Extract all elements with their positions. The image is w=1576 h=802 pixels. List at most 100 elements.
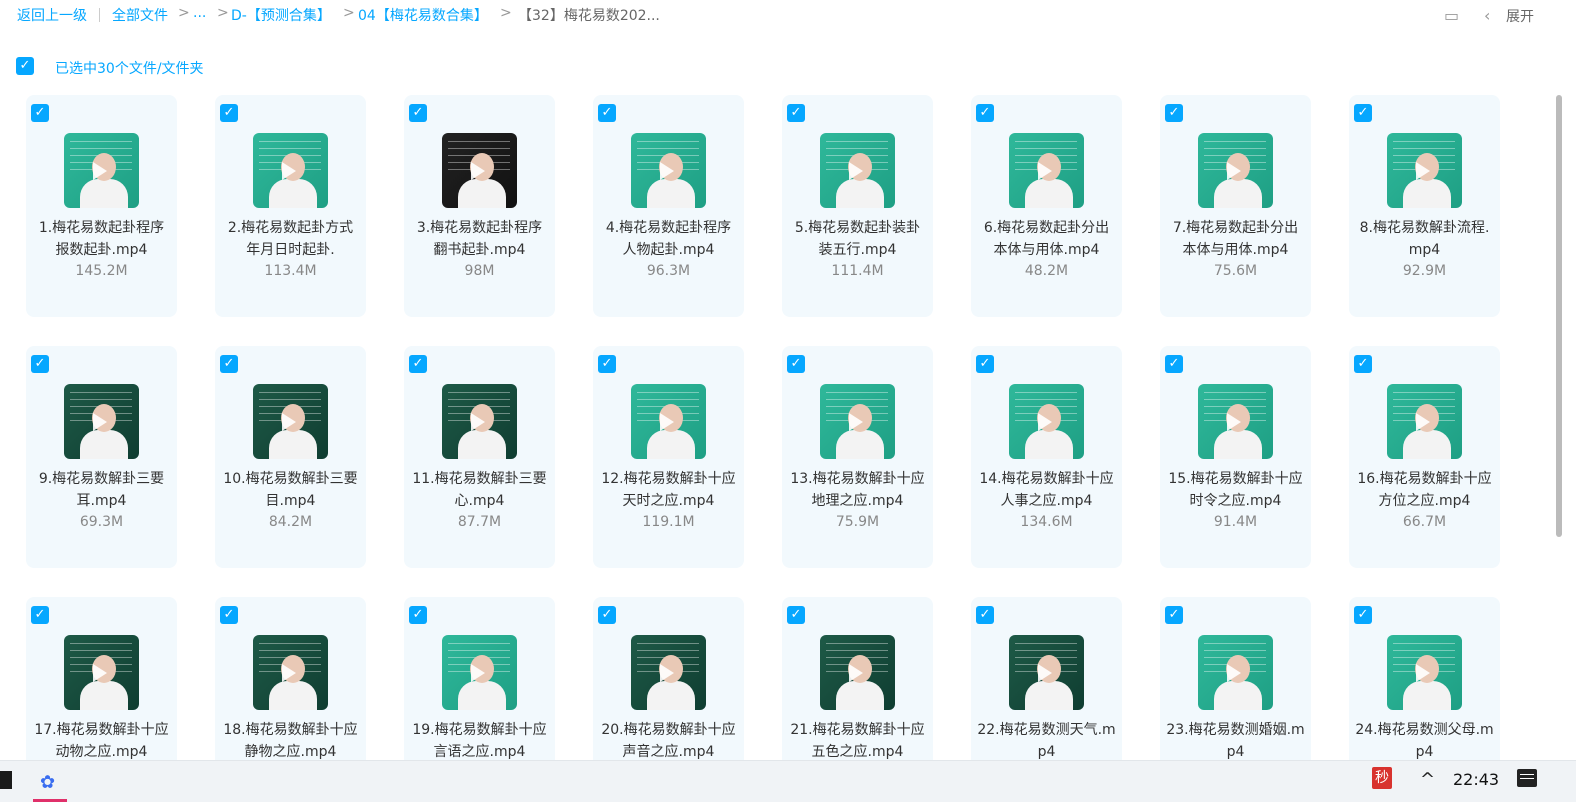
video-thumbnail[interactable]: [64, 635, 139, 710]
file-name[interactable]: 13.梅花易数解卦十应地理之应.mp4: [788, 468, 927, 512]
file-card[interactable]: ✓ 7.梅花易数起卦分出本体与用体.mp4 75.6M: [1160, 95, 1311, 317]
file-card[interactable]: ✓ 13.梅花易数解卦十应地理之应.mp4 75.9M: [782, 346, 933, 568]
video-thumbnail[interactable]: [1198, 384, 1273, 459]
file-checkbox[interactable]: ✓: [976, 606, 994, 624]
file-card[interactable]: ✓ 9.梅花易数解卦三要耳.mp4 69.3M: [26, 346, 177, 568]
file-checkbox[interactable]: ✓: [409, 104, 427, 122]
file-name[interactable]: 1.梅花易数起卦程序报数起卦.mp4: [32, 217, 171, 261]
file-name[interactable]: 9.梅花易数解卦三要耳.mp4: [32, 468, 171, 512]
file-name[interactable]: 5.梅花易数起卦装卦装五行.mp4: [788, 217, 927, 261]
file-card[interactable]: ✓ 15.梅花易数解卦十应时令之应.mp4 91.4M: [1160, 346, 1311, 568]
breadcrumb-all-files[interactable]: 全部文件: [112, 5, 168, 25]
file-name[interactable]: 6.梅花易数起卦分出本体与用体.mp4: [977, 217, 1116, 261]
breadcrumb-level2[interactable]: 04【梅花易数合集】: [358, 5, 488, 25]
file-name[interactable]: 23.梅花易数测婚姻.mp4: [1166, 719, 1305, 760]
file-checkbox[interactable]: ✓: [976, 104, 994, 122]
video-thumbnail[interactable]: [1387, 133, 1462, 208]
file-name[interactable]: 21.梅花易数解卦十应五色之应.mp4: [788, 719, 927, 760]
file-card[interactable]: ✓ 16.梅花易数解卦十应方位之应.mp4 66.7M: [1349, 346, 1500, 568]
video-thumbnail[interactable]: [253, 635, 328, 710]
file-name[interactable]: 14.梅花易数解卦十应人事之应.mp4: [977, 468, 1116, 512]
notification-icon[interactable]: [1517, 769, 1537, 787]
file-card[interactable]: ✓ 2.梅花易数起卦方式年月日时起卦. 113.4M: [215, 95, 366, 317]
taskbar-app-netdisk[interactable]: ✿: [33, 767, 67, 802]
file-name[interactable]: 2.梅花易数起卦方式年月日时起卦.: [221, 217, 360, 261]
video-thumbnail[interactable]: [1387, 384, 1462, 459]
file-name[interactable]: 18.梅花易数解卦十应静物之应.mp4: [221, 719, 360, 760]
file-card[interactable]: ✓ 12.梅花易数解卦十应天时之应.mp4 119.1M: [593, 346, 744, 568]
video-thumbnail[interactable]: [631, 133, 706, 208]
file-name[interactable]: 3.梅花易数起卦程序翻书起卦.mp4: [410, 217, 549, 261]
view-toggle-icon[interactable]: ▭: [1444, 6, 1459, 25]
file-checkbox[interactable]: ✓: [976, 355, 994, 373]
video-thumbnail[interactable]: [1198, 635, 1273, 710]
file-card[interactable]: ✓ 5.梅花易数起卦装卦装五行.mp4 111.4M: [782, 95, 933, 317]
file-card[interactable]: ✓ 18.梅花易数解卦十应静物之应.mp4: [215, 597, 366, 760]
file-name[interactable]: 20.梅花易数解卦十应声音之应.mp4: [599, 719, 738, 760]
file-checkbox[interactable]: ✓: [787, 104, 805, 122]
file-name[interactable]: 22.梅花易数测天气.mp4: [977, 719, 1116, 760]
file-card[interactable]: ✓ 6.梅花易数起卦分出本体与用体.mp4 48.2M: [971, 95, 1122, 317]
file-checkbox[interactable]: ✓: [31, 355, 49, 373]
video-thumbnail[interactable]: [1387, 635, 1462, 710]
file-name[interactable]: 24.梅花易数测父母.mp4: [1355, 719, 1494, 760]
file-checkbox[interactable]: ✓: [1165, 606, 1183, 624]
file-checkbox[interactable]: ✓: [598, 606, 616, 624]
breadcrumb-level1[interactable]: D-【预测合集】: [231, 5, 331, 25]
scrollbar[interactable]: [1556, 95, 1562, 537]
video-thumbnail[interactable]: [1009, 635, 1084, 710]
file-name[interactable]: 4.梅花易数起卦程序人物起卦.mp4: [599, 217, 738, 261]
video-thumbnail[interactable]: [253, 384, 328, 459]
file-card[interactable]: ✓ 10.梅花易数解卦三要目.mp4 84.2M: [215, 346, 366, 568]
clock[interactable]: 22:43: [1453, 770, 1499, 789]
chevron-left-icon[interactable]: ‹: [1484, 6, 1490, 25]
video-thumbnail[interactable]: [820, 133, 895, 208]
video-thumbnail[interactable]: [64, 384, 139, 459]
expand-button[interactable]: 展开: [1506, 6, 1534, 26]
terminal-icon[interactable]: [0, 771, 12, 789]
video-thumbnail[interactable]: [631, 635, 706, 710]
file-checkbox[interactable]: ✓: [598, 355, 616, 373]
file-card[interactable]: ✓ 3.梅花易数起卦程序翻书起卦.mp4 98M: [404, 95, 555, 317]
file-checkbox[interactable]: ✓: [1354, 606, 1372, 624]
file-checkbox[interactable]: ✓: [1354, 355, 1372, 373]
file-name[interactable]: 19.梅花易数解卦十应言语之应.mp4: [410, 719, 549, 760]
file-checkbox[interactable]: ✓: [598, 104, 616, 122]
file-card[interactable]: ✓ 23.梅花易数测婚姻.mp4: [1160, 597, 1311, 760]
video-thumbnail[interactable]: [1009, 133, 1084, 208]
back-link[interactable]: 返回上一级: [17, 5, 87, 25]
file-name[interactable]: 8.梅花易数解卦流程.mp4: [1355, 217, 1494, 261]
file-card[interactable]: ✓ 4.梅花易数起卦程序人物起卦.mp4 96.3M: [593, 95, 744, 317]
tray-app-icon[interactable]: 秒: [1372, 767, 1392, 789]
file-checkbox[interactable]: ✓: [1165, 104, 1183, 122]
file-card[interactable]: ✓ 24.梅花易数测父母.mp4: [1349, 597, 1500, 760]
select-all-checkbox[interactable]: ✓: [16, 57, 34, 75]
file-card[interactable]: ✓ 20.梅花易数解卦十应声音之应.mp4: [593, 597, 744, 760]
video-thumbnail[interactable]: [631, 384, 706, 459]
file-name[interactable]: 15.梅花易数解卦十应时令之应.mp4: [1166, 468, 1305, 512]
file-name[interactable]: 12.梅花易数解卦十应天时之应.mp4: [599, 468, 738, 512]
file-checkbox[interactable]: ✓: [409, 355, 427, 373]
video-thumbnail[interactable]: [820, 384, 895, 459]
file-card[interactable]: ✓ 17.梅花易数解卦十应动物之应.mp4: [26, 597, 177, 760]
file-card[interactable]: ✓ 11.梅花易数解卦三要心.mp4 87.7M: [404, 346, 555, 568]
file-checkbox[interactable]: ✓: [787, 355, 805, 373]
video-thumbnail[interactable]: [442, 133, 517, 208]
file-card[interactable]: ✓ 19.梅花易数解卦十应言语之应.mp4: [404, 597, 555, 760]
file-checkbox[interactable]: ✓: [31, 606, 49, 624]
file-checkbox[interactable]: ✓: [220, 355, 238, 373]
file-name[interactable]: 17.梅花易数解卦十应动物之应.mp4: [32, 719, 171, 760]
file-checkbox[interactable]: ✓: [787, 606, 805, 624]
file-card[interactable]: ✓ 1.梅花易数起卦程序报数起卦.mp4 145.2M: [26, 95, 177, 317]
video-thumbnail[interactable]: [820, 635, 895, 710]
video-thumbnail[interactable]: [1009, 384, 1084, 459]
video-thumbnail[interactable]: [64, 133, 139, 208]
file-checkbox[interactable]: ✓: [31, 104, 49, 122]
file-card[interactable]: ✓ 22.梅花易数测天气.mp4: [971, 597, 1122, 760]
file-name[interactable]: 7.梅花易数起卦分出本体与用体.mp4: [1166, 217, 1305, 261]
file-name[interactable]: 10.梅花易数解卦三要目.mp4: [221, 468, 360, 512]
video-thumbnail[interactable]: [1198, 133, 1273, 208]
file-card[interactable]: ✓ 14.梅花易数解卦十应人事之应.mp4 134.6M: [971, 346, 1122, 568]
file-checkbox[interactable]: ✓: [220, 104, 238, 122]
video-thumbnail[interactable]: [253, 133, 328, 208]
